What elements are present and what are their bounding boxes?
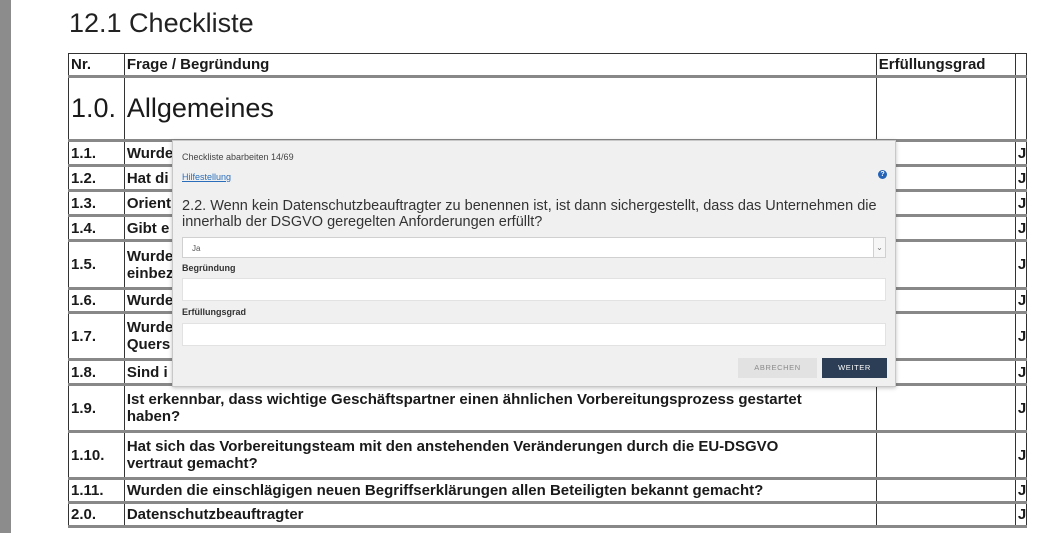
row-answer: J — [1014, 502, 1028, 527]
section-title: Allgemeines — [123, 76, 877, 141]
row-answer: J — [1014, 240, 1028, 289]
reason-label: Begründung — [182, 263, 236, 273]
section-fulfillment — [875, 76, 1016, 141]
row-answer: J — [1014, 312, 1028, 360]
row-question: Hat sich das Vorbereitungsteam mit den a… — [123, 431, 877, 479]
section-empty — [1014, 76, 1028, 141]
row-answer: J — [1014, 384, 1028, 432]
dialog-title: Checkliste abarbeiten 14/69 — [182, 152, 294, 162]
table-row[interactable]: 1.10. Hat sich das Vorbereitungsteam mit… — [68, 431, 1028, 479]
row-question-line1: Ist erkennbar, dass wichtige Geschäftspa… — [126, 391, 802, 408]
row-fulfillment — [875, 165, 1016, 191]
fulfillment-label: Erfüllungsgrad — [182, 307, 247, 317]
row-fulfillment — [875, 359, 1016, 385]
answer-select-value: Ja — [192, 244, 201, 253]
row-nr: 1.4. — [68, 215, 125, 241]
row-nr: 1.3. — [68, 190, 125, 216]
chevron-down-icon[interactable]: ⌄ — [873, 238, 885, 257]
row-fulfillment — [875, 240, 1016, 289]
row-fulfillment — [875, 215, 1016, 241]
fulfillment-input[interactable] — [182, 323, 886, 346]
page-title: 12.1 Checkliste — [69, 8, 254, 38]
left-edge-bar — [0, 0, 11, 533]
row-fulfillment — [875, 288, 1016, 313]
header-question: Frage / Begründung — [123, 53, 877, 77]
row-answer: J — [1014, 140, 1028, 166]
row-nr: 1.2. — [68, 165, 125, 191]
checklist-dialog: Checkliste abarbeiten 14/69 Hilfestellun… — [172, 140, 896, 387]
row-answer: J — [1014, 215, 1028, 241]
row-fulfillment — [875, 190, 1016, 216]
answer-select[interactable]: Ja ⌄ — [182, 237, 886, 258]
row-question-line2: haben? — [126, 408, 181, 425]
row-nr: 1.11. — [68, 478, 125, 503]
row-answer: J — [1014, 431, 1028, 479]
dialog-question: 2.2. Wenn kein Datenschutzbeauftragter z… — [182, 198, 877, 230]
row-nr: 2.0. — [68, 502, 125, 527]
row-fulfillment — [875, 502, 1016, 527]
next-button[interactable]: WEITER — [822, 358, 887, 378]
table-row[interactable]: 1.11. Wurden die einschlägigen neuen Beg… — [68, 478, 1028, 503]
row-nr: 1.6. — [68, 288, 125, 313]
row-fulfillment — [875, 140, 1016, 166]
table-header-row: Nr. Frage / Begründung Erfüllungsgrad — [68, 53, 1028, 77]
row-question: Datenschutzbeauftragter — [123, 502, 877, 527]
section-row: 1.0. Allgemeines — [68, 76, 1028, 141]
row-nr: 1.8. — [68, 359, 125, 385]
reason-input[interactable] — [182, 278, 886, 301]
row-nr: 1.1. — [68, 140, 125, 166]
table-row[interactable]: 1.9. Ist erkennbar, dass wichtige Geschä… — [68, 384, 1028, 432]
row-answer: J — [1014, 288, 1028, 313]
row-fulfillment — [875, 431, 1016, 479]
row-nr: 1.10. — [68, 431, 125, 479]
row-question-line2: vertraut gemacht? — [126, 455, 258, 472]
question-circle-icon[interactable]: ? — [878, 170, 887, 179]
row-question-line1: Hat sich das Vorbereitungsteam mit den a… — [126, 438, 779, 455]
header-fulfillment: Erfüllungsgrad — [875, 53, 1016, 77]
row-nr: 1.7. — [68, 312, 125, 360]
row-fulfillment — [875, 312, 1016, 360]
row-question: Ist erkennbar, dass wichtige Geschäftspa… — [123, 384, 877, 432]
row-fulfillment — [875, 384, 1016, 432]
row-question: Wurden die einschlägigen neuen Begriffse… — [123, 478, 877, 503]
row-nr: 1.5. — [68, 240, 125, 289]
table-row[interactable]: 2.0. Datenschutzbeauftragter J — [68, 502, 1028, 527]
section-nr: 1.0. — [68, 76, 125, 141]
row-answer: J — [1014, 478, 1028, 503]
header-nr: Nr. — [68, 53, 125, 77]
row-answer: J — [1014, 165, 1028, 191]
row-answer: J — [1014, 190, 1028, 216]
row-answer: J — [1014, 359, 1028, 385]
header-empty — [1014, 53, 1028, 77]
row-nr: 1.9. — [68, 384, 125, 432]
row-fulfillment — [875, 478, 1016, 503]
cancel-button[interactable]: ABRECHEN — [738, 358, 817, 378]
help-link[interactable]: Hilfestellung — [182, 172, 231, 182]
